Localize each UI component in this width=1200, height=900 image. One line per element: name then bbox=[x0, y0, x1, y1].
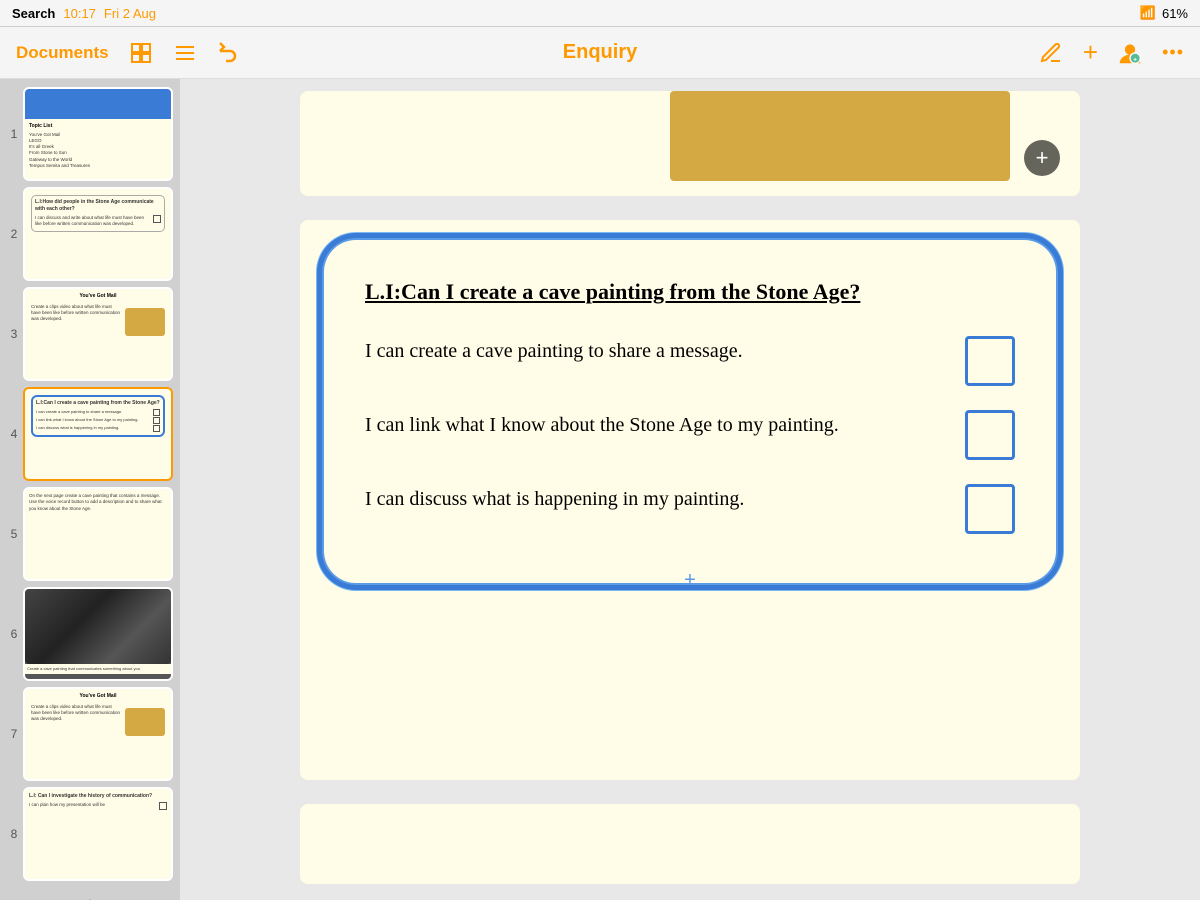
main-area: 1 Topic List You've Got MailLEGOIt's all… bbox=[0, 79, 1200, 900]
svg-text:+: + bbox=[1133, 56, 1137, 63]
profile-button[interactable]: + bbox=[1118, 41, 1142, 65]
slide-num-1: 1 bbox=[5, 127, 23, 141]
documents-button[interactable]: Documents bbox=[16, 43, 109, 63]
slide-num-8: 8 bbox=[5, 827, 23, 841]
toolbar-title: Enquiry bbox=[563, 41, 637, 64]
li-checkbox-3[interactable] bbox=[965, 484, 1015, 534]
status-date: Fri 2 Aug bbox=[104, 6, 156, 21]
sidebar-slide-5[interactable]: On the next page create a cave painting … bbox=[23, 487, 173, 581]
toolbar-right: + + ••• bbox=[1039, 37, 1184, 68]
li-title: L.I:Can I create a cave painting from th… bbox=[365, 277, 1015, 308]
add-slide-button[interactable]: + bbox=[72, 891, 108, 900]
slide-num-4: 4 bbox=[5, 427, 23, 441]
slide-main: L.I:Can I create a cave painting from th… bbox=[300, 220, 1080, 780]
slide-num-3: 3 bbox=[5, 327, 23, 341]
list-button[interactable] bbox=[173, 41, 197, 65]
status-right: 📶 61% bbox=[1140, 5, 1188, 21]
add-content-button[interactable]: + bbox=[1024, 140, 1060, 176]
status-left: Search 10:17 Fri 2 Aug bbox=[12, 6, 156, 21]
slide-num-6: 6 bbox=[5, 627, 23, 641]
sidebar-row-6: 6 Create a cave painting that communicat… bbox=[5, 587, 175, 681]
li-item-1: I can create a cave painting to share a … bbox=[365, 336, 1015, 386]
battery-label: 61% bbox=[1162, 6, 1188, 21]
sidebar-row-4: 4 L.I:Can I create a cave painting from … bbox=[5, 387, 175, 481]
sidebar-slide-7[interactable]: You've Got Mail Create a clips video abo… bbox=[23, 687, 173, 781]
sidebar-row-7: 7 You've Got Mail Create a clips video a… bbox=[5, 687, 175, 781]
sidebar-slide-8[interactable]: L.I: Can I investigate the history of co… bbox=[23, 787, 173, 881]
search-label[interactable]: Search bbox=[12, 6, 55, 21]
status-bar: Search 10:17 Fri 2 Aug 📶 61% bbox=[0, 0, 1200, 27]
li-item-text-3: I can discuss what is happening in my pa… bbox=[365, 484, 945, 514]
more-button[interactable]: ••• bbox=[1162, 42, 1184, 63]
sidebar-slide-1[interactable]: Topic List You've Got MailLEGOIt's all G… bbox=[23, 87, 173, 181]
li-checkbox-2[interactable] bbox=[965, 410, 1015, 460]
sidebar-row-8: 8 L.I: Can I investigate the history of … bbox=[5, 787, 175, 881]
li-card: L.I:Can I create a cave painting from th… bbox=[324, 240, 1056, 583]
slide-num-2: 2 bbox=[5, 227, 23, 241]
wifi-icon: 📶 bbox=[1140, 5, 1156, 21]
slide-num-5: 5 bbox=[5, 527, 23, 541]
li-item-3: I can discuss what is happening in my pa… bbox=[365, 484, 1015, 534]
li-item-2: I can link what I know about the Stone A… bbox=[365, 410, 1015, 460]
sidebar-slide-2[interactable]: L.I:How did people in the Stone Age comm… bbox=[23, 187, 173, 281]
slide-bottom-partial bbox=[300, 804, 1080, 884]
pen-tool-button[interactable] bbox=[1039, 41, 1063, 65]
slide-top-partial: + bbox=[300, 91, 1080, 196]
sidebar-slide-4[interactable]: L.I:Can I create a cave painting from th… bbox=[23, 387, 173, 481]
sidebar-slide-3[interactable]: You've Got Mail Create a clips video abo… bbox=[23, 287, 173, 381]
undo-button[interactable] bbox=[217, 41, 241, 65]
golden-envelope bbox=[670, 91, 1010, 181]
status-time: 10:17 bbox=[63, 6, 96, 21]
content-area: + L.I:Can I create a cave painting from … bbox=[180, 79, 1200, 900]
add-button[interactable]: + bbox=[1083, 37, 1098, 68]
li-add-button[interactable]: + bbox=[684, 569, 696, 592]
toolbar-left: Documents bbox=[16, 41, 241, 65]
li-item-text-2: I can link what I know about the Stone A… bbox=[365, 410, 945, 440]
sidebar-row-5: 5 On the next page create a cave paintin… bbox=[5, 487, 175, 581]
sidebar-row-3: 3 You've Got Mail Create a clips video a… bbox=[5, 287, 175, 381]
li-item-text-1: I can create a cave painting to share a … bbox=[365, 336, 945, 366]
layout-button[interactable] bbox=[129, 41, 153, 65]
sidebar-row-2: 2 L.I:How did people in the Stone Age co… bbox=[5, 187, 175, 281]
slide-num-7: 7 bbox=[5, 727, 23, 741]
sidebar-slide-6[interactable]: Create a cave painting that communicates… bbox=[23, 587, 173, 681]
sidebar-row-1: 1 Topic List You've Got MailLEGOIt's all… bbox=[5, 87, 175, 181]
sidebar: 1 Topic List You've Got MailLEGOIt's all… bbox=[0, 79, 180, 900]
toolbar: Documents Enquiry + + ••• bbox=[0, 27, 1200, 79]
li-checkbox-1[interactable] bbox=[965, 336, 1015, 386]
